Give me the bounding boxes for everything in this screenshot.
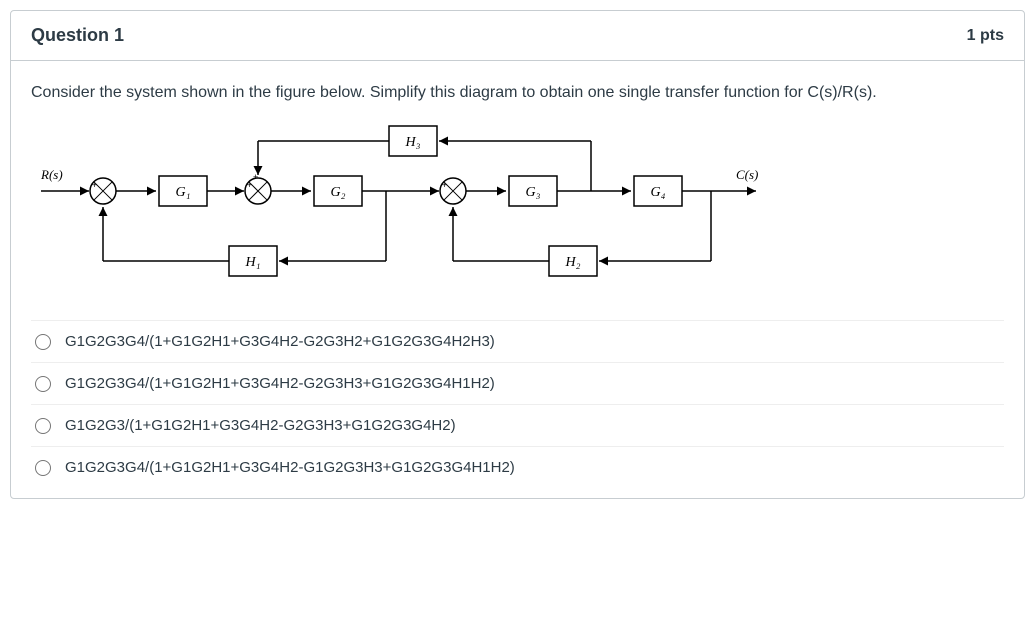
answer-text: G1G2G3/(1+G1G2H1+G3G4H2-G2G3H3+G1G2G3G4H… xyxy=(65,417,456,434)
svg-text:G₁: G₁ xyxy=(176,185,191,200)
answer-radio[interactable] xyxy=(35,334,51,350)
input-label: R(s) xyxy=(40,167,63,182)
svg-text:G₃: G₃ xyxy=(526,185,541,200)
svg-text:+: + xyxy=(247,180,252,190)
answer-list: G1G2G3G4/(1+G1G2H1+G3G4H2-G2G3H2+G1G2G3G… xyxy=(31,320,1004,488)
question-prompt: Consider the system shown in the figure … xyxy=(31,81,1004,105)
svg-text:G₄: G₄ xyxy=(651,185,666,200)
answer-option[interactable]: G1G2G3/(1+G1G2H1+G3G4H2-G2G3H3+G1G2G3G4H… xyxy=(31,405,1004,447)
output-label: C(s) xyxy=(736,167,758,182)
question-card: Question 1 1 pts Consider the system sho… xyxy=(10,10,1025,499)
svg-text:H₁: H₁ xyxy=(245,255,261,270)
question-body: Consider the system shown in the figure … xyxy=(11,61,1024,498)
answer-radio[interactable] xyxy=(35,460,51,476)
svg-text:+: + xyxy=(442,180,447,190)
answer-radio[interactable] xyxy=(35,376,51,392)
answer-option[interactable]: G1G2G3G4/(1+G1G2H1+G3G4H2-G1G2G3H3+G1G2G… xyxy=(31,447,1004,488)
question-points: 1 pts xyxy=(967,27,1004,45)
answer-radio[interactable] xyxy=(35,418,51,434)
svg-text:H₂: H₂ xyxy=(565,255,581,270)
svg-text:H₃: H₃ xyxy=(405,135,421,150)
answer-option[interactable]: G1G2G3G4/(1+G1G2H1+G3G4H2-G2G3H3+G1G2G3G… xyxy=(31,363,1004,405)
answer-text: G1G2G3G4/(1+G1G2H1+G3G4H2-G2G3H2+G1G2G3G… xyxy=(65,333,495,350)
question-title: Question 1 xyxy=(31,25,124,46)
answer-text: G1G2G3G4/(1+G1G2H1+G3G4H2-G1G2G3H3+G1G2G… xyxy=(65,459,515,476)
block-diagram: R(s) + - G₁ + xyxy=(31,121,1004,296)
svg-text:+: + xyxy=(92,180,97,190)
question-header: Question 1 1 pts xyxy=(11,11,1024,61)
svg-text:G₂: G₂ xyxy=(331,185,346,200)
answer-text: G1G2G3G4/(1+G1G2H1+G3G4H2-G2G3H3+G1G2G3G… xyxy=(65,375,495,392)
answer-option[interactable]: G1G2G3G4/(1+G1G2H1+G3G4H2-G2G3H2+G1G2G3G… xyxy=(31,321,1004,363)
block-diagram-svg: R(s) + - G₁ + xyxy=(31,121,771,296)
